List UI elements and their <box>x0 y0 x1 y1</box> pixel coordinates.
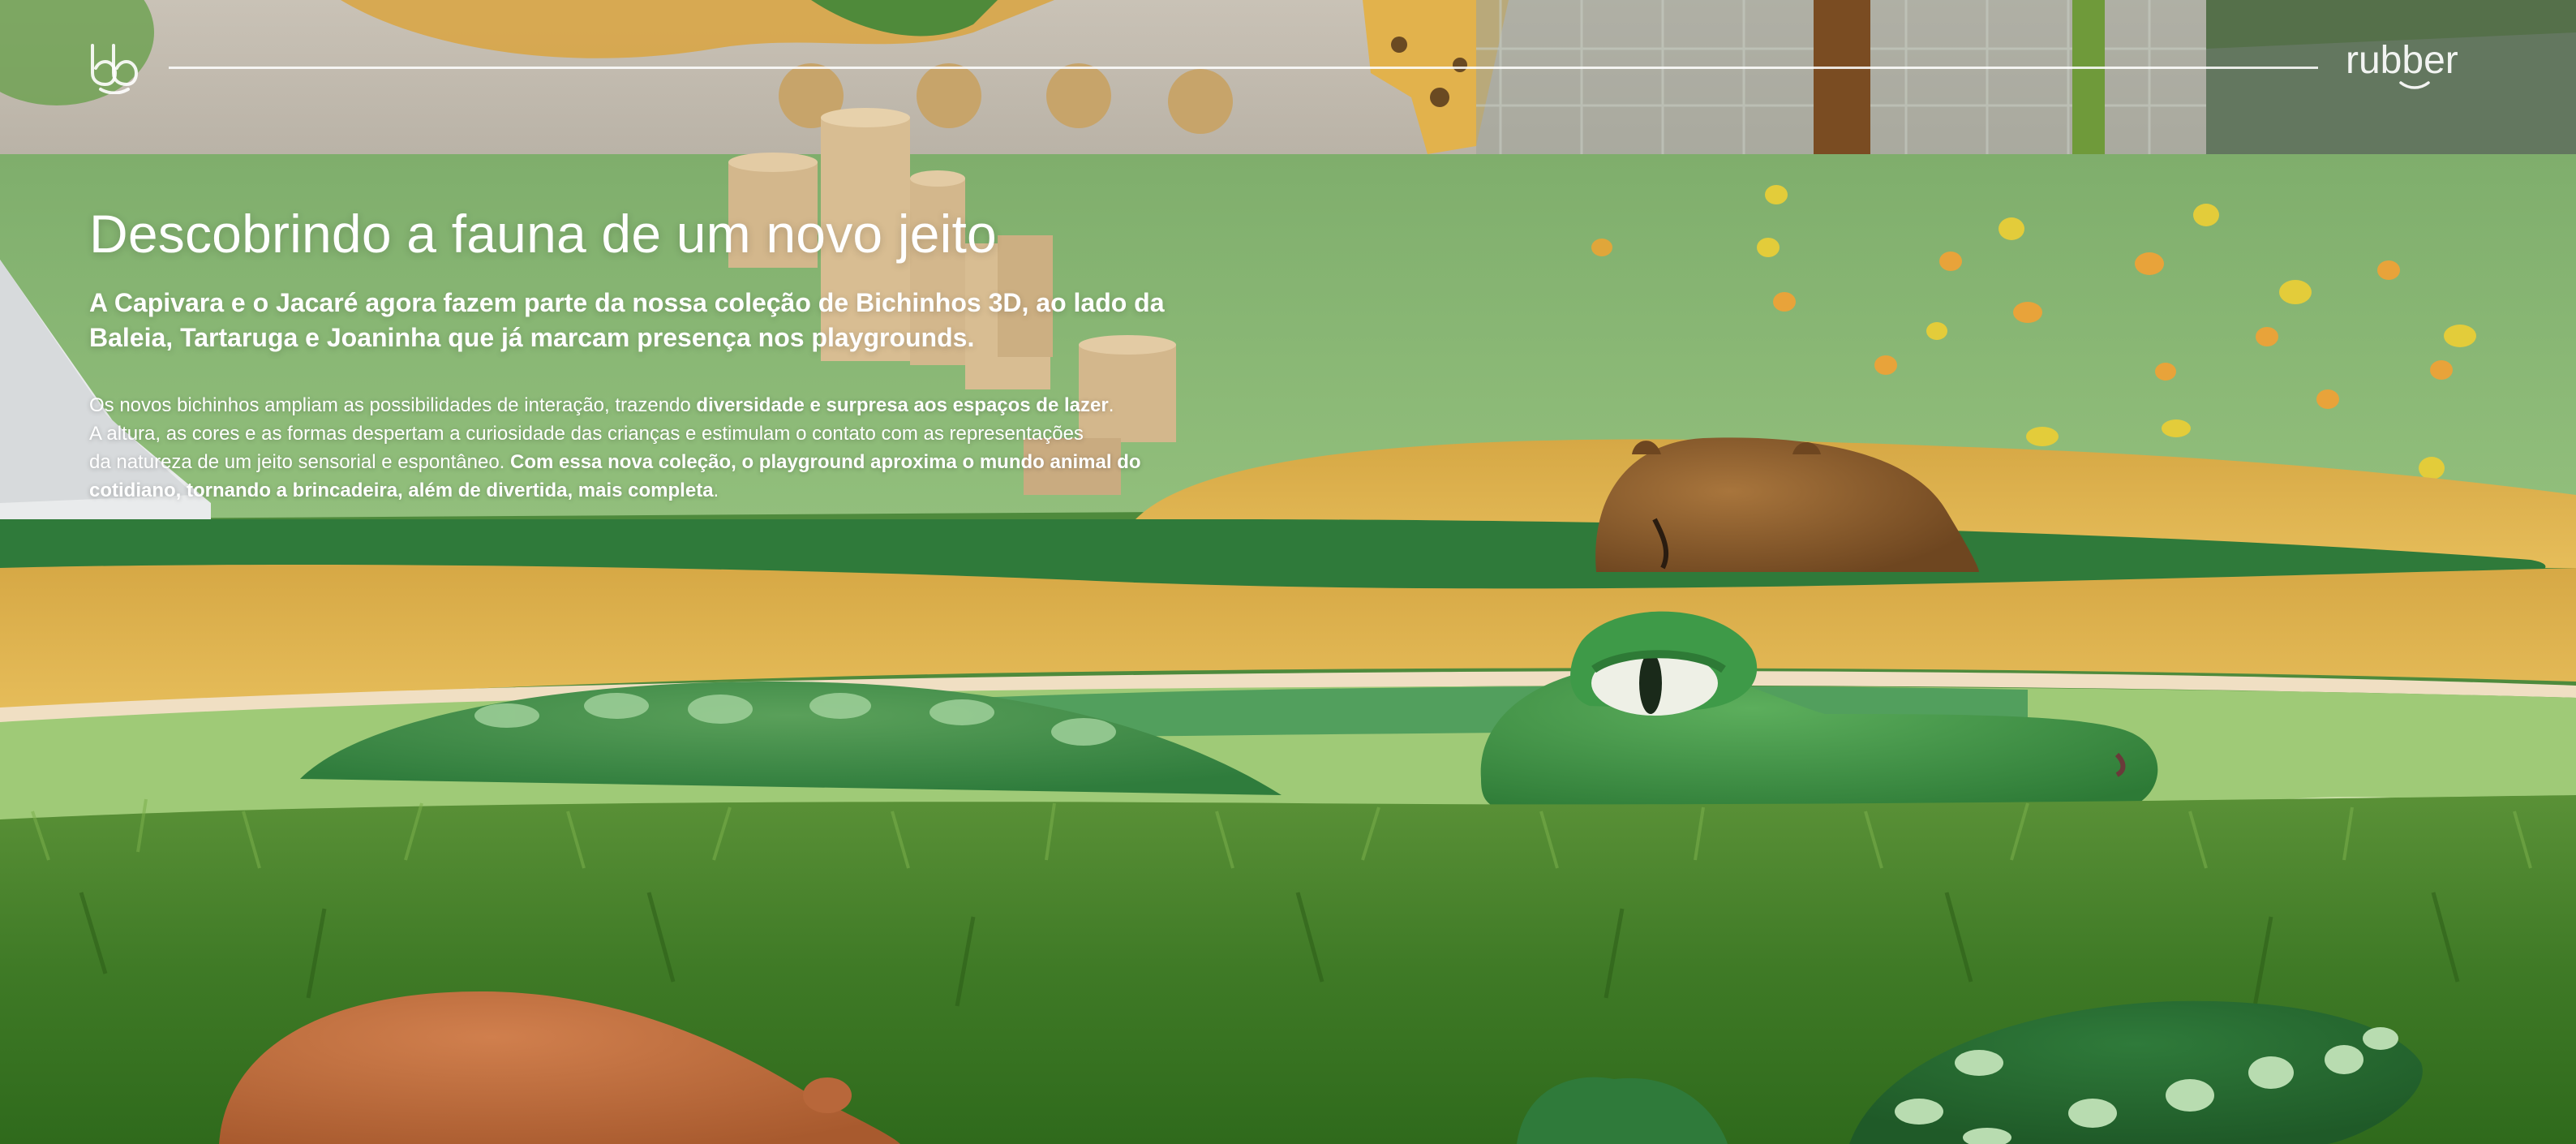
body-line-3-bold: Com essa nova coleção, o playground apro… <box>510 451 1141 473</box>
hero-title: Descobrindo a fauna de um novo jeito <box>89 204 997 264</box>
body-line-1-bold: diversidade e surpresa aos espaços de la… <box>696 394 1109 416</box>
hero-subtitle-line-2: Baleia, Tartaruga e Joaninha que já marc… <box>89 323 975 352</box>
body-line-4-end: . <box>713 480 719 501</box>
body-line-1-end: . <box>1108 394 1114 416</box>
hero-subtitle-line-1: A Capivara e o Jacaré agora fazem parte … <box>89 288 1165 317</box>
hero-subtitle: A Capivara e o Jacaré agora fazem parte … <box>89 286 1209 355</box>
bb-logo-icon[interactable] <box>88 42 141 94</box>
site-header: rubber <box>0 0 2576 138</box>
body-line-4-bold: cotidiano, tornando a brincadeira, além … <box>89 480 714 501</box>
hero-section: Descobrindo a fauna de um novo jeito A C… <box>89 200 1209 505</box>
body-line-2-text: A altura, as cores e as formas despertam… <box>89 423 1084 445</box>
playground-scene <box>0 0 2576 1144</box>
header-divider <box>169 67 2318 69</box>
rubber-logo-icon[interactable]: rubber <box>2346 41 2492 96</box>
body-line-1-text: Os novos bichinhos ampliam as possibilid… <box>89 394 697 416</box>
hero-body: Os novos bichinhos ampliam as possibilid… <box>89 391 1209 505</box>
body-line-3-text: da natureza de um jeito sensorial e espo… <box>89 451 511 473</box>
rubber-logo-text: rubber <box>2346 41 2458 82</box>
